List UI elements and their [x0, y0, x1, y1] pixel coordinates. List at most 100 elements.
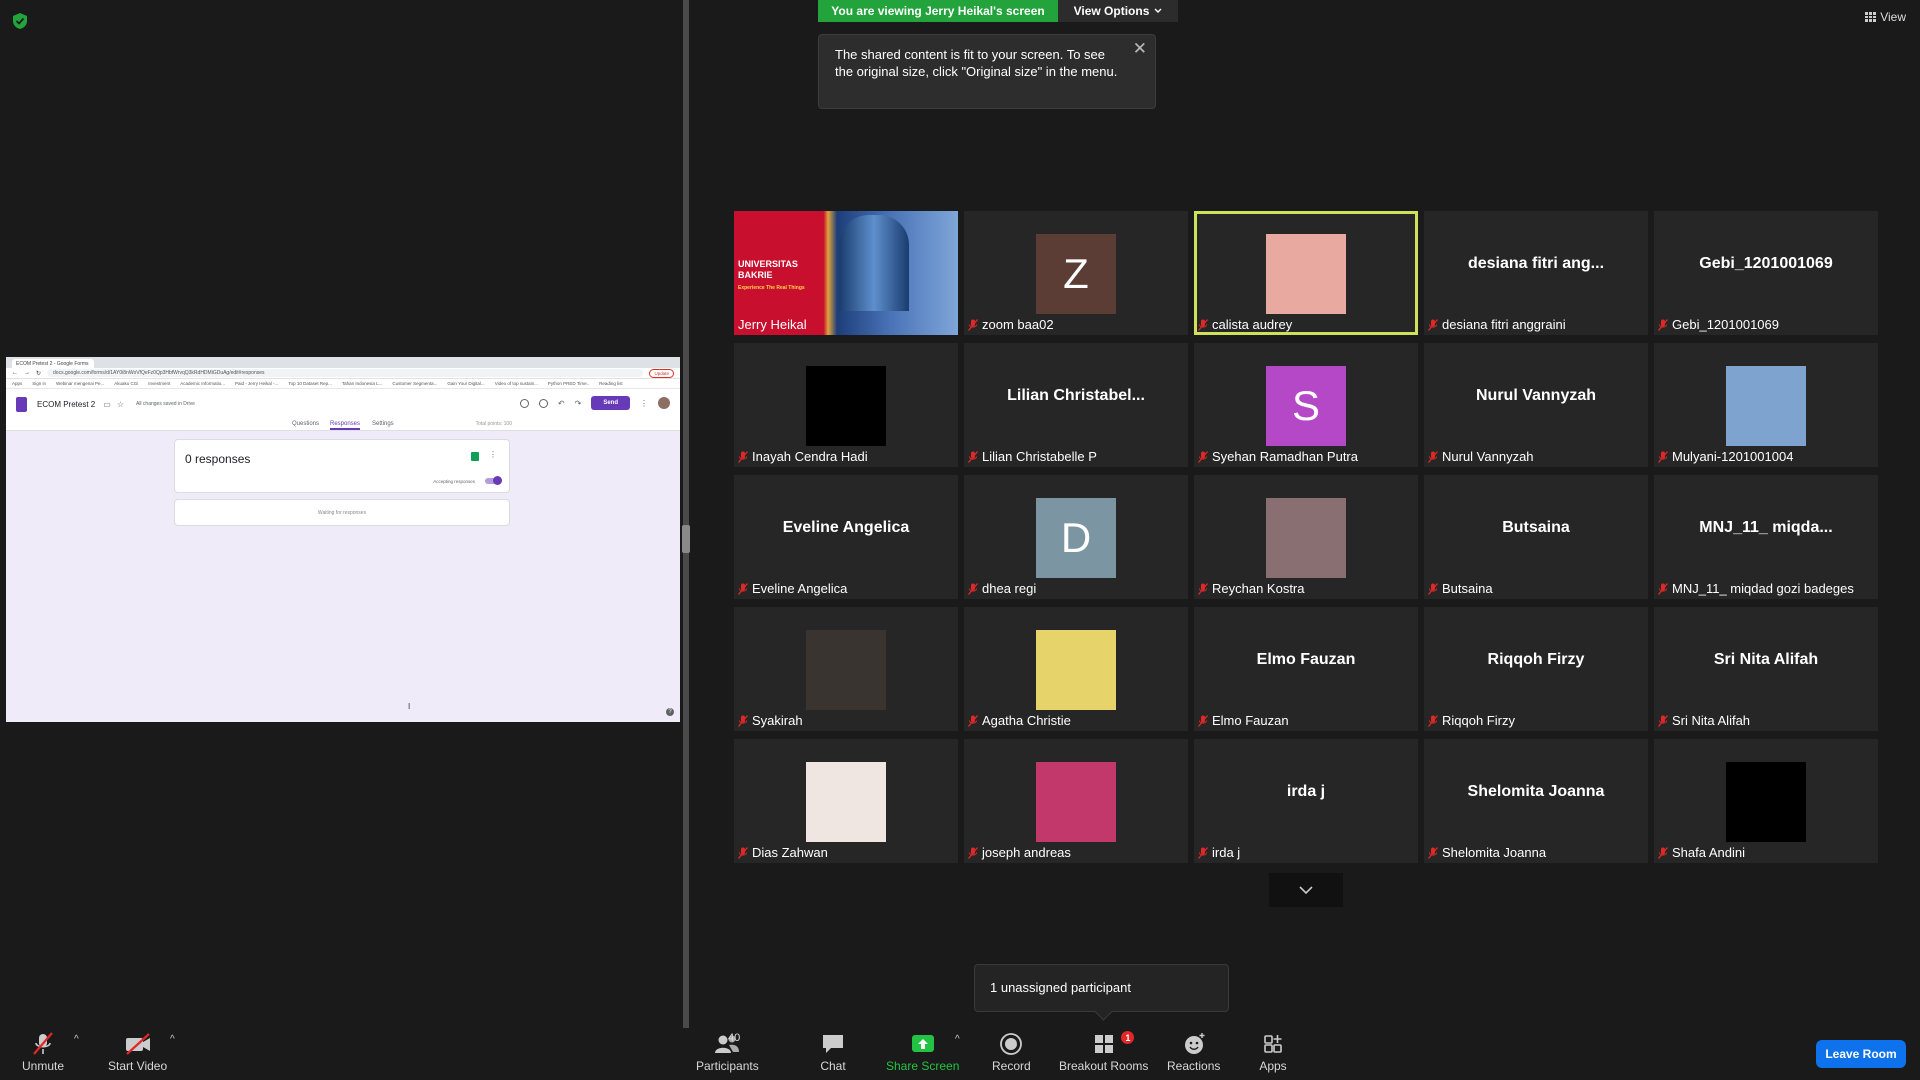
apps-button[interactable]: Apps [1258, 1032, 1288, 1073]
unmute-label: Unmute [22, 1059, 65, 1073]
participant-tile[interactable]: Nurul Vannyzah Nurul Vannyzah [1424, 343, 1648, 467]
participant-avatar: Z [1036, 234, 1116, 314]
share-screen-label: Share Screen [886, 1059, 960, 1073]
participant-display-name: Gebi_1201001069 [1699, 255, 1833, 272]
participant-tile[interactable]: joseph andreas [964, 739, 1188, 863]
participant-name-label: Mulyani-1201001004 [1658, 449, 1793, 464]
participant-tile[interactable]: Mulyani-1201001004 [1654, 343, 1878, 467]
participant-tile[interactable]: Agatha Christie [964, 607, 1188, 731]
audio-options-caret-icon[interactable]: ^ [74, 1034, 79, 1045]
microphone-muted-icon [968, 318, 978, 331]
start-video-label: Start Video [108, 1059, 168, 1073]
participant-name: zoom baa02 [982, 317, 1054, 332]
participant-tile[interactable]: MNJ_11_ miqda... MNJ_11_ miqdad gozi bade… [1654, 475, 1878, 599]
reactions-button[interactable]: Reactions [1167, 1032, 1220, 1073]
view-options-button[interactable]: View Options [1058, 0, 1178, 22]
participant-name: Shafa Andini [1672, 845, 1746, 860]
participant-avatar [806, 366, 886, 446]
share-screen-button[interactable]: Share Screen [886, 1032, 959, 1073]
view-label: View [1880, 10, 1906, 24]
participant-tile[interactable]: Ddhea regi [964, 475, 1188, 599]
participant-display-name: Shelomita Joanna [1467, 783, 1605, 800]
participant-tile[interactable]: Butsaina Butsaina [1424, 475, 1648, 599]
waiting-label: Waiting for responses [317, 510, 367, 516]
participant-tile[interactable]: Shafa Andini [1654, 739, 1878, 863]
participant-tile[interactable]: Reychan Kostra [1194, 475, 1418, 599]
close-icon[interactable]: ✕ [1133, 40, 1147, 57]
accepting-responses-label: Accepting responses [433, 479, 475, 484]
tab-settings: Settings [372, 421, 394, 427]
record-button[interactable]: Record [992, 1032, 1031, 1073]
chat-button[interactable]: Chat [818, 1032, 848, 1073]
browser-address-bar: ← → ↻ docs.google.com/forms/d/1AY0i8nWoV… [6, 368, 680, 379]
participant-display-name: Eveline Angelica [782, 519, 910, 536]
participant-display-name: Elmo Fauzan [1256, 651, 1356, 668]
participant-tile[interactable]: Dias Zahwan [734, 739, 958, 863]
participant-avatar: S [1266, 366, 1346, 446]
participant-tile[interactable]: Gebi_1201001069 Gebi_1201001069 [1654, 211, 1878, 335]
microphone-muted-icon [968, 714, 978, 727]
forms-body: 0 responses ⋮ Accepting responses Waitin… [6, 431, 680, 722]
participant-tile[interactable]: Sri Nita Alifah Sri Nita Alifah [1654, 607, 1878, 731]
encryption-shield-icon[interactable] [12, 12, 28, 30]
breakout-rooms-button[interactable]: 1 Breakout Rooms [1059, 1031, 1148, 1073]
host-video-logo: UNIVERSITAS BAKRIE Experience The Real Thi… [738, 259, 805, 291]
participant-avatar [1266, 498, 1346, 578]
avatar-letter: Z [1063, 250, 1089, 297]
participant-tile[interactable]: irda j irda j [1194, 739, 1418, 863]
share-options-caret-icon[interactable]: ^ [955, 1034, 960, 1045]
avatar [658, 397, 670, 409]
reactions-smiley-icon [1184, 1033, 1205, 1054]
microphone-muted-icon [738, 714, 748, 727]
participant-name-label: Shafa Andini [1658, 845, 1745, 860]
participant-tile[interactable]: UNIVERSITAS BAKRIE Experience The Real Thi… [734, 211, 958, 335]
participant-name-label: irda j [1198, 845, 1240, 860]
apps-label: Apps [1259, 1059, 1287, 1073]
view-button[interactable]: View [1865, 10, 1906, 24]
sheets-icon [471, 452, 479, 461]
participant-tile[interactable]: Shelomita Joanna Shelomita Joanna [1424, 739, 1648, 863]
gallery-next-page-button[interactable] [1269, 873, 1343, 907]
unmute-button[interactable]: Unmute [22, 1032, 64, 1073]
bookmark-item: Video of top sustain... [494, 381, 538, 386]
participant-name-label: desiana fitri anggraini [1428, 317, 1566, 332]
participant-name: Reychan Kostra [1212, 581, 1305, 596]
pane-splitter[interactable] [683, 0, 689, 1028]
participant-name: Mulyani-1201001004 [1672, 449, 1794, 464]
participant-display-name: irda j [1286, 783, 1326, 800]
participant-tile[interactable]: Syakirah [734, 607, 958, 731]
participant-tile[interactable]: Riqqoh Firzy Riqqoh Firzy [1424, 607, 1648, 731]
microphone-muted-icon [1428, 714, 1438, 727]
microphone-muted-icon [968, 846, 978, 859]
participant-tile[interactable]: Lilian Christabel... Lilian Christabelle … [964, 343, 1188, 467]
participant-name-label: Lilian Christabelle P [968, 449, 1097, 464]
participant-tile[interactable]: Eveline Angelica Eveline Angelica [734, 475, 958, 599]
unassigned-participant-popup[interactable]: 1 unassigned participant [974, 964, 1229, 1012]
splitter-handle[interactable] [682, 525, 690, 553]
start-video-button[interactable]: Start Video [108, 1032, 167, 1073]
video-options-caret-icon[interactable]: ^ [170, 1034, 175, 1045]
shared-browser-window[interactable]: ECOM Pretest 2 - Google Forms ← → ↻ docs… [6, 357, 680, 722]
microphone-muted-icon [968, 450, 978, 463]
participant-tile[interactable]: desiana fitri ang... desiana fitri anggra… [1424, 211, 1648, 335]
tab-responses: Responses [330, 421, 361, 430]
participant-name-label: Jerry Heikal [738, 317, 807, 332]
participant-name: Lilian Christabelle P [982, 449, 1097, 464]
forms-header: ECOM Pretest 2 ▭ ☆ All changes saved in … [6, 389, 680, 419]
participant-display-name: Butsaina [1502, 519, 1570, 536]
participants-button[interactable]: 40 Participants [696, 1032, 759, 1073]
participant-tile[interactable]: calista audrey [1194, 211, 1418, 335]
waiting-card: Waiting for responses [174, 499, 510, 526]
undo-icon: ↶ [557, 398, 565, 408]
participant-tile[interactable]: Zzoom baa02 [964, 211, 1188, 335]
participant-tile[interactable]: Inayah Cendra Hadi [734, 343, 958, 467]
participant-tile[interactable]: S Syehan Ramadhan Putra [1194, 343, 1418, 467]
fit-to-screen-tooltip: The shared content is fit to your screen… [818, 34, 1156, 109]
participant-name: desiana fitri anggraini [1442, 317, 1566, 332]
participant-display-name: desiana fitri ang... [1467, 255, 1605, 272]
participant-tile[interactable]: Elmo Fauzan Elmo Fauzan [1194, 607, 1418, 731]
help-icon: ? [666, 708, 674, 716]
leave-room-button[interactable]: Leave Room [1816, 1040, 1906, 1068]
participant-name: Sri Nita Alifah [1672, 713, 1751, 728]
forms-logo-icon [16, 396, 27, 412]
